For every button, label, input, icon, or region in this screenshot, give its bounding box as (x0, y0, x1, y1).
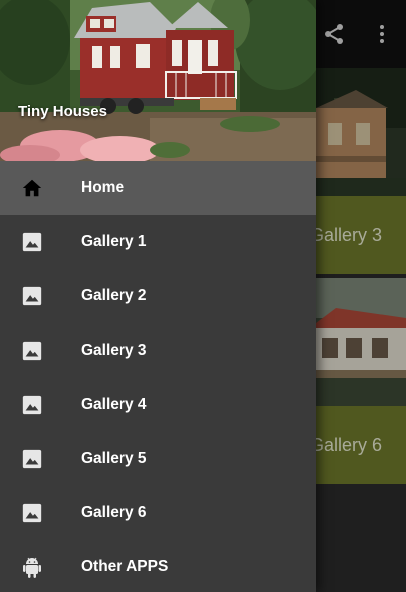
header-image (0, 0, 316, 161)
image-icon (20, 339, 44, 363)
image-icon (20, 230, 44, 254)
menu-item-label: Gallery 1 (81, 233, 147, 251)
menu-item-gallery-4[interactable]: Gallery 4 (0, 378, 316, 432)
menu-item-label: Gallery 2 (81, 287, 147, 305)
menu-item-label: Gallery 6 (81, 504, 147, 522)
home-icon (20, 176, 44, 200)
menu-item-gallery-6[interactable]: Gallery 6 (0, 486, 316, 540)
menu-item-home[interactable]: Home (0, 161, 316, 216)
menu-item-label: Gallery 4 (81, 395, 147, 413)
navigation-drawer: Tiny Houses Home Gallery 1 Gallery 2 Gal… (0, 0, 316, 592)
image-icon (20, 447, 44, 471)
menu-item-label: Other APPS (81, 558, 169, 576)
menu-item-label: Gallery 3 (81, 341, 147, 359)
menu-item-other-apps[interactable]: Other APPS (0, 540, 316, 592)
menu-item-gallery-1[interactable]: Gallery 1 (0, 215, 316, 269)
menu-item-label: Gallery 5 (81, 450, 147, 468)
screen: Gallery 3 Gallery 6 Tiny Houses Home Gal… (0, 0, 406, 592)
menu-item-label: Home (81, 179, 125, 197)
image-icon (20, 284, 44, 308)
image-icon (20, 501, 44, 525)
drawer-menu: Home Gallery 1 Gallery 2 Gallery 3 Galle… (0, 161, 316, 592)
drawer-header: Tiny Houses (0, 0, 316, 161)
drawer-scrim[interactable] (316, 0, 406, 592)
android-icon (20, 555, 44, 579)
image-icon (20, 393, 44, 417)
drawer-header-title: Tiny Houses (18, 103, 107, 120)
menu-item-gallery-3[interactable]: Gallery 3 (0, 324, 316, 378)
menu-item-gallery-2[interactable]: Gallery 2 (0, 269, 316, 323)
menu-item-gallery-5[interactable]: Gallery 5 (0, 432, 316, 486)
